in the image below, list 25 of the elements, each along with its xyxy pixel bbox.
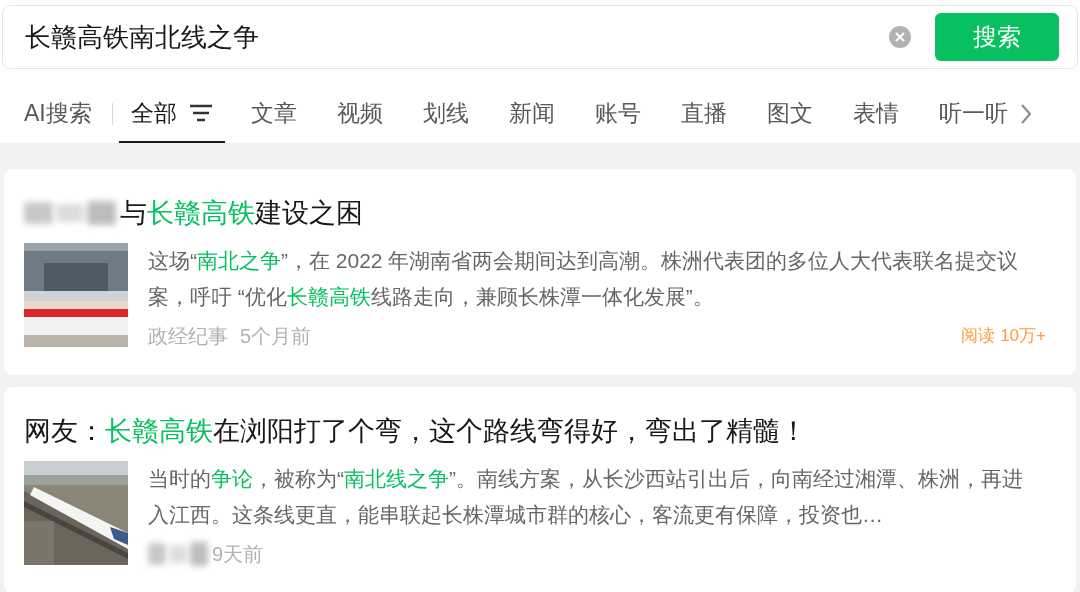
publish-time: 5个月前 (240, 324, 312, 349)
tab[interactable]: 账号 (594, 85, 641, 143)
chevron-right-icon[interactable] (1019, 103, 1032, 125)
search-query: 长赣高铁南北线之争 (25, 20, 260, 54)
tab[interactable]: 图文 (766, 85, 813, 143)
tab[interactable]: AI搜索 (24, 85, 92, 143)
result-card[interactable]: 网友：长赣高铁在浏阳打了个弯，这个路线弯得好，弯出了精髓！ 当时的争论，被称为“南北线之争”。南线方案，从长沙西站引出后，向南经过湘潭、株洲，再进入江西。这条线更直，能串联起长株潭城市群的核心，客流更有保障，投资也… 9天前 (4, 387, 1076, 592)
clear-icon[interactable] (889, 26, 911, 48)
publish-time: 9天前 (212, 542, 264, 567)
search-field[interactable]: 长赣高铁南北线之争 搜索 (2, 5, 1078, 69)
tab[interactable]: 视频 (336, 85, 383, 143)
result-summary: 这场“南北之争”，在 2022 年湖南省两会期间达到高潮。株洲代表团的多位人大代表联名提交议案，呼吁 “优化长赣高铁线路走向，兼顾长株潭一体化发展”。 (148, 248, 1020, 310)
tab[interactable]: 文章 (250, 85, 297, 143)
tab[interactable]: 划线 (422, 85, 469, 143)
tab[interactable]: 表情 (852, 85, 899, 143)
result-summary: 当时的争论，被称为“南北线之争”。南线方案，从长沙西站引出后，向南经过湘潭、株洲，再进入江西。这条线更直，能串联起长株潭城市群的核心，客流更有保障，投资也… (148, 466, 1024, 528)
filter-icon (188, 104, 213, 122)
tab[interactable]: 全部 (118, 85, 225, 143)
result-card[interactable]: 与长赣高铁建设之困 这场“南北之争”，在 2022 年湖南省两会期间达到高潮。株洲代表团的多位人大代表联名提交议案，呼吁 “优化长赣高铁线路走向，兼顾长株潭一体化发展”。 政经纪事 5个月前 阅读 10万+ (4, 169, 1076, 375)
result-title[interactable]: 网友：长赣高铁在浏阳打了个弯，这个路线弯得好，弯出了精髓！ (24, 411, 807, 451)
result-title[interactable]: 与长赣高铁建设之困 (120, 193, 363, 233)
tab[interactable]: 直播 (680, 85, 727, 143)
read-count: 阅读 10万+ (961, 325, 1046, 348)
tab[interactable]: 新闻 (508, 85, 555, 143)
tab[interactable]: 听一听 (938, 85, 1008, 143)
